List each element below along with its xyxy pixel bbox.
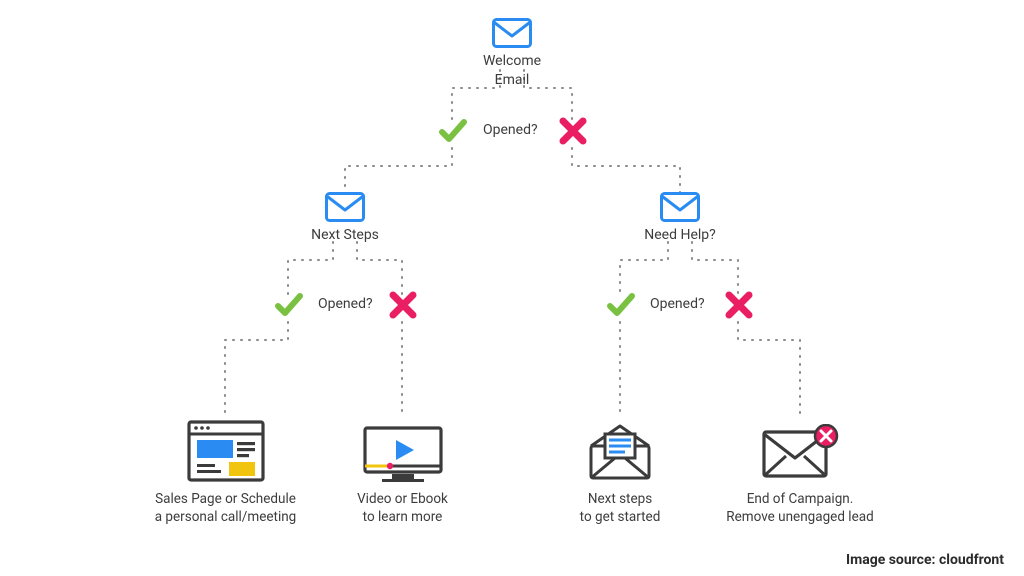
- decision-label: Opened?: [483, 122, 538, 138]
- outcome-line2: to get started: [560, 508, 680, 526]
- check-icon: [606, 290, 636, 320]
- credit-prefix: Image source:: [846, 552, 939, 568]
- outcome-line2: a personal call/meeting: [138, 508, 313, 526]
- node-welcome-email: Welcome Email: [472, 18, 552, 90]
- video-icon: [340, 418, 465, 482]
- check-icon: [274, 290, 304, 320]
- flow-diagram: Welcome Email Opened? Next Steps Opened?: [0, 0, 1024, 576]
- outcome-line1: End of Campaign.: [710, 490, 890, 508]
- cross-icon: [724, 290, 754, 320]
- open-letter-icon: [560, 418, 680, 482]
- node-need-help: Need Help?: [640, 192, 720, 245]
- check-icon: [438, 116, 468, 146]
- outcome-line2: to learn more: [340, 508, 465, 526]
- credit-source: cloudfront: [939, 552, 1004, 568]
- envelope-remove-icon: [710, 418, 890, 482]
- outcome-line2: Remove unengaged lead: [710, 508, 890, 526]
- decision-label: Opened?: [650, 296, 705, 312]
- node-label: Welcome Email: [472, 52, 552, 90]
- outcome-get-started: Next steps to get started: [560, 418, 680, 526]
- outcome-line1: Sales Page or Schedule: [138, 490, 313, 508]
- envelope-icon: [472, 18, 552, 48]
- cross-icon: [388, 290, 418, 320]
- decision-label: Opened?: [318, 296, 373, 312]
- node-label: Need Help?: [640, 226, 720, 245]
- envelope-icon: [640, 192, 720, 222]
- envelope-icon: [305, 192, 385, 222]
- outcome-video-ebook: Video or Ebook to learn more: [340, 418, 465, 526]
- node-next-steps: Next Steps: [305, 192, 385, 245]
- outcome-sales-page: Sales Page or Schedule a personal call/m…: [138, 418, 313, 526]
- webpage-icon: [138, 418, 313, 482]
- outcome-line1: Video or Ebook: [340, 490, 465, 508]
- outcome-end-campaign: End of Campaign. Remove unengaged lead: [710, 418, 890, 526]
- node-label: Next Steps: [305, 226, 385, 245]
- cross-icon: [558, 116, 588, 146]
- outcome-line1: Next steps: [560, 490, 680, 508]
- image-credit: Image source: cloudfront: [846, 552, 1004, 568]
